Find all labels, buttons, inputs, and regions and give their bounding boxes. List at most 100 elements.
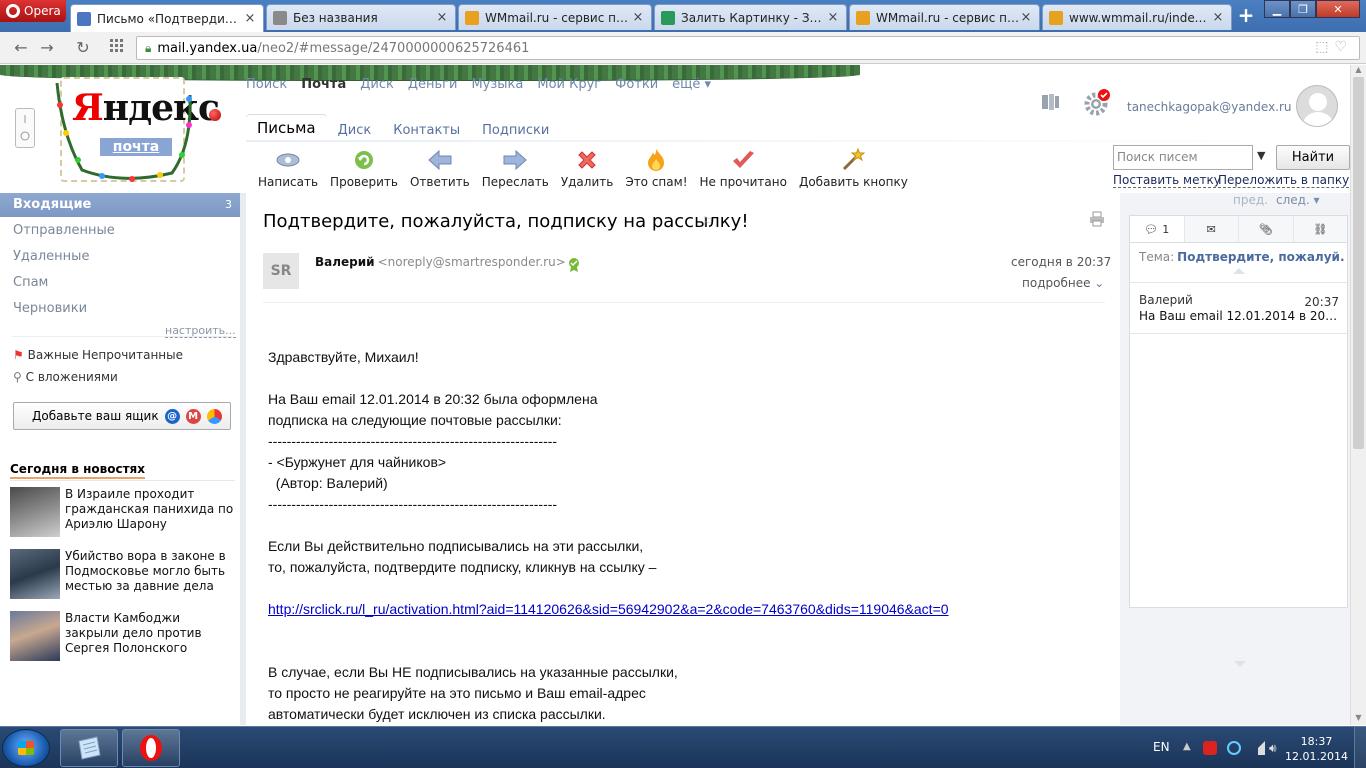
mail-logo-label[interactable]: почта [100, 138, 172, 156]
compose-button[interactable]: Написать [252, 147, 324, 189]
antivirus-icon[interactable] [1203, 741, 1217, 755]
prev-message-link[interactable]: пред. [1233, 193, 1268, 207]
close-tab-icon[interactable]: × [243, 11, 257, 26]
scroll-down-icon[interactable] [1234, 661, 1246, 667]
back-icon[interactable]: ← [10, 38, 32, 58]
filter-attachments[interactable]: ⚲ С вложениями [13, 370, 118, 384]
clock[interactable]: 18:37 12.01.2014 [1285, 734, 1348, 764]
network-icon[interactable] [1251, 741, 1265, 755]
browser-tab[interactable]: Письмо «Подтвердите, по× [70, 4, 264, 32]
filter-important[interactable]: ⚑ Важные [13, 348, 79, 362]
tab-envelope[interactable]: ✉ [1184, 216, 1239, 242]
print-icon[interactable] [1089, 211, 1105, 227]
tab-mail-section[interactable]: Контакты [382, 119, 471, 142]
user-login[interactable]: tanechkagopak@yandex.ru [1127, 100, 1292, 114]
search-input[interactable]: Поиск писем [1113, 145, 1253, 170]
delete-button[interactable]: Удалить [555, 147, 620, 189]
search-options-icon[interactable]: ▼ [1257, 149, 1265, 162]
service-link[interactable]: Поиск [246, 77, 287, 92]
tab-mail-section[interactable]: Диск [327, 119, 383, 142]
browser-tab[interactable]: WMmail.ru - сервис почт × [458, 4, 652, 30]
yandex-logo[interactable]: Яндекс [72, 87, 220, 129]
service-link[interactable]: Диск [360, 77, 394, 92]
tray-expand-icon[interactable]: ▲ [1183, 741, 1197, 755]
refresh-button[interactable]: Проверить [324, 147, 404, 189]
message-details-toggle[interactable]: подробнее ⌄ [1022, 276, 1104, 290]
close-tab-icon[interactable]: × [826, 10, 840, 25]
close-tab-icon[interactable]: × [435, 10, 449, 25]
body-line: Здравствуйте, Михаил! [268, 349, 419, 365]
reload-icon[interactable]: ↻ [72, 38, 94, 58]
news-heading: Сегодня в новостях [10, 462, 145, 479]
reply-button[interactable]: Ответить [404, 147, 476, 189]
close-tab-icon[interactable]: × [631, 10, 645, 25]
bookmark-heart-icon[interactable]: ⬚♡ [1315, 39, 1353, 55]
start-button[interactable] [2, 729, 50, 767]
spam-button[interactable]: Это спам! [619, 147, 693, 189]
page-scrollbar[interactable]: ▲ ▼ [1350, 65, 1366, 725]
new-tab-button[interactable]: + [1236, 5, 1256, 26]
next-message-link[interactable]: след. ▾ [1276, 193, 1320, 207]
sidebar-folder[interactable]: Удаленные [0, 245, 240, 269]
url-field[interactable]: 🔒︎ mail.yandex.ua/neo2/#message/24700000… [136, 36, 1360, 60]
browser-tab[interactable]: www.wmmail.ru/index.ph × [1042, 4, 1232, 30]
close-tab-icon[interactable]: × [1211, 10, 1225, 25]
news-item[interactable]: В Израиле проходит гражданская панихида … [10, 487, 235, 541]
forward-icon[interactable]: → [36, 38, 58, 58]
service-link[interactable]: ещё ▾ [672, 77, 711, 92]
minimize-icon[interactable]: ▁ [1264, 0, 1290, 18]
user-avatar[interactable] [1296, 85, 1338, 127]
add-mailbox-button[interactable]: Добавьте ваш ящик @ M [13, 402, 231, 430]
flag-message-icon[interactable]: ⚐ [702, 215, 714, 230]
news-item[interactable]: Власти Камбоджи закрыли дело против Серг… [10, 611, 235, 665]
tab-attachments[interactable]: 📎︎ [1239, 216, 1294, 242]
sender[interactable]: Валерий <noreply@smartresponder.ru> [315, 255, 566, 269]
opera-menu-button[interactable]: Opera [0, 0, 66, 22]
paperclip-icon: ⚲ [13, 370, 22, 384]
taskbar-notepad[interactable] [60, 729, 118, 767]
scroll-up-arrow-icon[interactable]: ▲ [1351, 65, 1366, 77]
sidebar-folder[interactable]: Спам [0, 271, 240, 295]
volume-icon[interactable]: 🔊︎ [1269, 741, 1283, 755]
news-item[interactable]: Убийство вора в законе в Подмосковье мог… [10, 549, 235, 603]
sidebar-folder[interactable]: Отправленные [0, 219, 240, 243]
browser-tab[interactable]: Без названия × [266, 4, 456, 30]
tray-app-icon[interactable] [1227, 741, 1241, 755]
sidebar-folder[interactable]: Черновики [0, 297, 240, 321]
maximize-icon[interactable]: ❐ [1290, 0, 1316, 18]
unread-button[interactable]: Не прочитано [694, 147, 793, 189]
tab-thread[interactable]: 💬︎ 1 [1130, 216, 1185, 242]
filter-unread[interactable]: Непрочитанные [82, 348, 183, 362]
browser-tab[interactable]: WMmail.ru - сервис почт × [849, 4, 1040, 30]
view-toggle[interactable] [15, 108, 35, 148]
service-link[interactable]: Деньги [408, 77, 458, 92]
tab-mail-section[interactable]: Подписки [471, 119, 560, 142]
themes-icon[interactable] [1040, 91, 1062, 113]
thread-topic-link[interactable]: Подтвердите, пожалуй... [1177, 250, 1344, 264]
show-desktop-button[interactable] [1354, 727, 1366, 768]
tab-links[interactable]: ⛓ [1293, 216, 1347, 242]
scrollbar-thumb[interactable] [1353, 77, 1364, 449]
tab-mail-section[interactable]: Письма [246, 115, 327, 142]
scroll-down-arrow-icon[interactable]: ▼ [1351, 713, 1366, 725]
search-button[interactable]: Найти [1276, 145, 1350, 170]
sidebar-folder[interactable]: Входящие 3 [0, 193, 240, 217]
activation-link[interactable]: http://srclick.ru/l_ru/activation.html?a… [268, 601, 949, 617]
set-label-link[interactable]: Поставить метку [1113, 173, 1221, 188]
taskbar-opera[interactable] [122, 729, 180, 767]
browser-tab[interactable]: Залить Картинку - Загруз× [654, 4, 847, 30]
settings-gear-icon[interactable] [1082, 89, 1110, 117]
thread-message-item[interactable]: Валерий 20:37 На Ваш email 12.01.2014 в … [1130, 287, 1347, 333]
service-link[interactable]: Музыка [471, 77, 523, 92]
service-link[interactable]: Почта [301, 77, 346, 92]
service-link[interactable]: Фотки [615, 77, 658, 92]
close-tab-icon[interactable]: × [1019, 10, 1033, 25]
scroll-up-icon[interactable] [1233, 268, 1245, 274]
forward-button[interactable]: Переслать [476, 147, 555, 189]
move-to-folder-link[interactable]: Переложить в папку [1218, 173, 1350, 188]
service-link[interactable]: Мой Круг [537, 77, 601, 92]
close-window-icon[interactable]: ✕ [1316, 0, 1360, 18]
language-indicator[interactable]: EN [1153, 740, 1170, 754]
add-button-button[interactable]: Добавить кнопку [793, 147, 914, 189]
speed-dial-icon[interactable] [106, 38, 128, 58]
